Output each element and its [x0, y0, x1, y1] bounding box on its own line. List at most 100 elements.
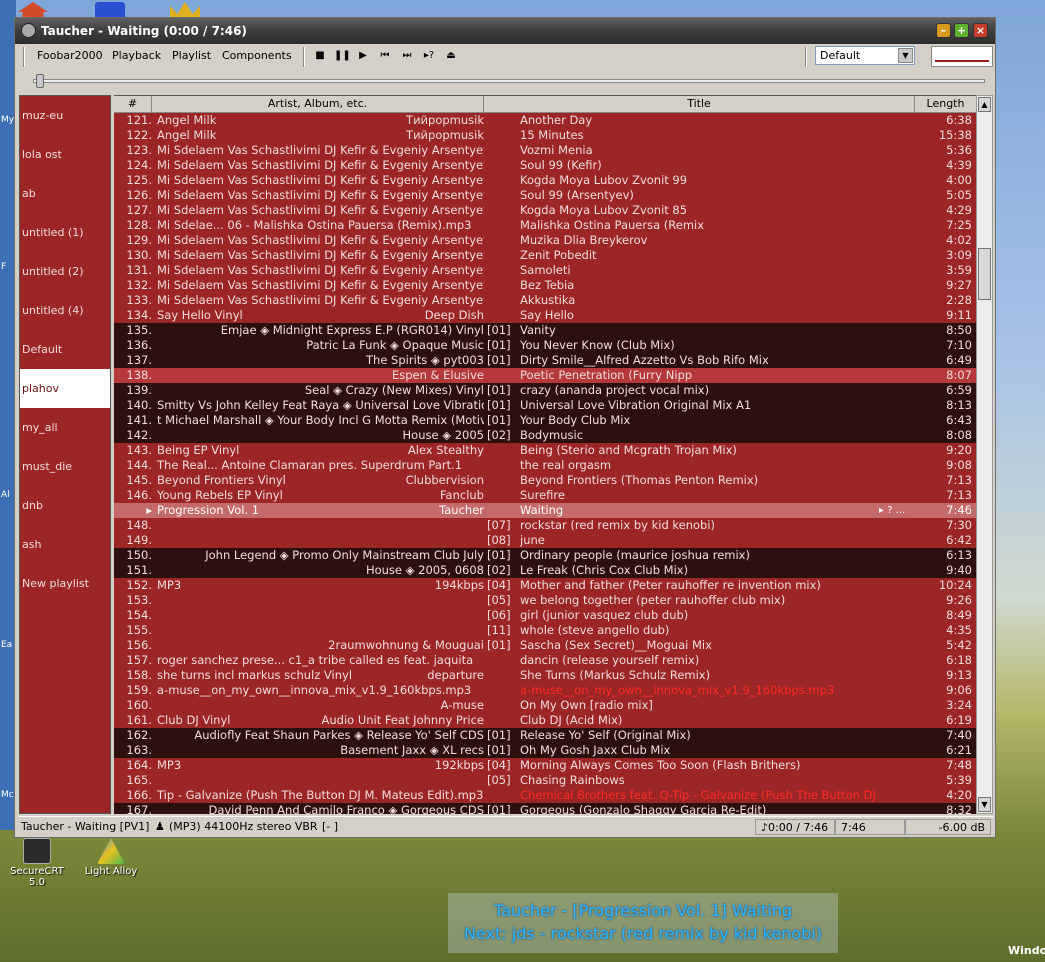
table-row[interactable]: 130. Mi Sdelaem Vas Schastlivimi DJ Kefir…	[114, 248, 976, 263]
row-track-number: [01]	[487, 398, 511, 412]
table-row[interactable]: 148. [07] rockstar (red remix by kid kenob…	[114, 518, 976, 533]
menu-components[interactable]: Components	[222, 49, 292, 62]
title-bar[interactable]: Taucher - Waiting (0:00 / 7:46) – + ×	[15, 18, 995, 44]
table-row[interactable]: 131. Mi Sdelaem Vas Schastlivimi DJ Kefir…	[114, 263, 976, 278]
playlist-tab[interactable]: plahov	[20, 369, 110, 408]
menu-playback[interactable]: Playback	[112, 49, 161, 62]
table-row[interactable]: 143. Being EP Vinyl Alex Stealthy Being (St…	[114, 443, 976, 458]
table-row[interactable]: 144. The Real... Antoine Clamaran pres. S…	[114, 458, 976, 473]
minimize-button[interactable]: –	[936, 23, 951, 38]
table-row[interactable]: 155. [11] whole (steve angello dub) 4:35	[114, 623, 976, 638]
table-row[interactable]: 153. [05] we belong together (peter rauhof…	[114, 593, 976, 608]
table-row[interactable]: 146. Young Rebels EP Vinyl Fanclub Surefire…	[114, 488, 976, 503]
playlist-view[interactable]: # Artist, Album, etc. Title Length 121. A…	[114, 95, 976, 814]
app-icon[interactable]	[21, 23, 36, 38]
stop-icon[interactable]: ■	[313, 49, 327, 63]
playlist-tab[interactable]: my_all	[20, 408, 110, 447]
table-row[interactable]: 152. MP3 194kbps [04] Mother and father (Pet…	[114, 578, 976, 593]
table-row[interactable]: 135. Emjae ◈ Midnight Express E.P (RGR014…	[114, 323, 976, 338]
osd-now-playing: Taucher - [Progression Vol. 1] Waiting	[493, 901, 793, 920]
layout-select[interactable]: Default ▼	[815, 46, 915, 65]
status-bar: Taucher - Waiting [PV1] ♟ (MP3) 44100Hz …	[19, 816, 993, 836]
desktop-lightalloy-icon[interactable]: Light Alloy	[76, 838, 146, 877]
close-button[interactable]: ×	[973, 23, 988, 38]
table-row[interactable]: 154. [06] girl (junior vasquez club dub) 8:…	[114, 608, 976, 623]
column-num[interactable]: #	[114, 96, 152, 113]
table-row[interactable]: 142. House ◈ 2005 [02] Bodymusic 8:08	[114, 428, 976, 443]
table-row[interactable]: 156. 2raumwohnung & Mouguai [01] Sascha (Se…	[114, 638, 976, 653]
table-row[interactable]: 132. Mi Sdelaem Vas Schastlivimi DJ Kefir…	[114, 278, 976, 293]
playlist-tab[interactable]: untitled (2)	[20, 252, 110, 291]
playlist-tab[interactable]: Default	[20, 330, 110, 369]
menu-foobar2000[interactable]: Foobar2000	[37, 49, 103, 62]
table-row[interactable]: 163. Basement Jaxx ◈ XL recs [01] Oh My Gos…	[114, 743, 976, 758]
table-row[interactable]: 128. Mi Sdelae... 06 - Malishka Ostina Pa…	[114, 218, 976, 233]
table-row[interactable]: 137. The Spirits ◈ pyt003 [01] Dirty Smile_…	[114, 353, 976, 368]
table-row[interactable]: 145. Beyond Frontiers Vinyl Clubbervision B…	[114, 473, 976, 488]
table-row[interactable]: 166. Tip - Galvanize (Push The Button DJ …	[114, 788, 976, 803]
table-row[interactable]: 122. Angel Milk Тийрорmusik 15 Minutes 15:38	[114, 128, 976, 143]
seek-handle[interactable]	[36, 74, 44, 88]
row-artist: Mi Sdelaem Vas Schastlivimi DJ Kefir & E…	[157, 158, 484, 172]
column-title[interactable]: Title	[484, 96, 915, 113]
table-row[interactable]: 129. Mi Sdelaem Vas Schastlivimi DJ Kefir…	[114, 233, 976, 248]
playlist-scrollbar[interactable]: ▲ ▼	[976, 95, 993, 814]
scroll-up-icon[interactable]: ▲	[978, 97, 991, 112]
table-row[interactable]: 123. Mi Sdelaem Vas Schastlivimi DJ Kefir…	[114, 143, 976, 158]
table-row[interactable]: 138. Espen & Elusive Poetic Penetration (F…	[114, 368, 976, 383]
play-icon[interactable]: ▶	[356, 49, 370, 63]
chevron-down-icon[interactable]: ▼	[898, 48, 913, 63]
table-row[interactable]: 139. Seal ◈ Crazy (New Mixes) Vinyl [01] cr…	[114, 383, 976, 398]
random-icon[interactable]: ▸?	[422, 49, 436, 63]
table-row[interactable]: 164. MP3 192kbps [04] Morning Always Comes T…	[114, 758, 976, 773]
table-row[interactable]: 125. Mi Sdelaem Vas Schastlivimi DJ Kefir…	[114, 173, 976, 188]
table-row[interactable]: 126. Mi Sdelaem Vas Schastlivimi DJ Kefir…	[114, 188, 976, 203]
table-row[interactable]: 149. [08] june 6:42	[114, 533, 976, 548]
table-row[interactable]: 160. A-muse On My Own [radio mix] 3:24	[114, 698, 976, 713]
table-row[interactable]: 121. Angel Milk Тийрорmusik Another Day 6:38	[114, 113, 976, 128]
table-row[interactable]: 162. Audiofly Feat Shaun Parkes ◈ Release…	[114, 728, 976, 743]
seek-track[interactable]	[33, 79, 985, 83]
playlist-tab[interactable]: lola ost	[20, 135, 110, 174]
playlist-tab[interactable]: dnb	[20, 486, 110, 525]
status-track: Taucher - Waiting [PV1]	[21, 820, 150, 833]
seek-bar[interactable]	[33, 74, 985, 88]
maximize-button[interactable]: +	[954, 23, 969, 38]
table-row[interactable]: 150. John Legend ◈ Promo Only Mainstream …	[114, 548, 976, 563]
column-artist[interactable]: Artist, Album, etc.	[152, 96, 484, 113]
table-row[interactable]: 134. Say Hello Vinyl Deep Dish Say Hello 9:1…	[114, 308, 976, 323]
row-title: Le Freak (Chris Cox Club Mix)	[520, 563, 689, 577]
scroll-down-icon[interactable]: ▼	[978, 797, 991, 812]
next-icon[interactable]: ⏭	[400, 49, 414, 63]
scroll-thumb[interactable]	[978, 248, 991, 300]
table-row[interactable]: 161. Club DJ Vinyl Audio Unit Feat Johnny …	[114, 713, 976, 728]
table-row[interactable]: 159. a-muse__on_my_own__innova_mix_v1.9_1…	[114, 683, 976, 698]
table-row[interactable]: 141. t Michael Marshall ◈ Your Body Incl …	[114, 413, 976, 428]
playlist-tab[interactable]: ash	[20, 525, 110, 564]
table-row[interactable]: 133. Mi Sdelaem Vas Schastlivimi DJ Kefir…	[114, 293, 976, 308]
table-row[interactable]: 165. [05] Chasing Rainbows 5:39	[114, 773, 976, 788]
playlist-tab[interactable]: untitled (4)	[20, 291, 110, 330]
table-row[interactable]: 140. Smitty Vs John Kelley Feat Raya ◈ Un…	[114, 398, 976, 413]
row-title: Waiting	[520, 503, 564, 517]
column-length[interactable]: Length	[915, 96, 976, 113]
playlist-tab[interactable]: ab	[20, 174, 110, 213]
playlist-tab[interactable]: New playlist	[20, 564, 110, 603]
table-row[interactable]: 151. House ◈ 2005, 0608 [02] Le Freak (Chri…	[114, 563, 976, 578]
playlist-tab[interactable]: untitled (1)	[20, 213, 110, 252]
table-row[interactable]: 158. she turns incl markus schulz Vinyl de…	[114, 668, 976, 683]
open-icon[interactable]: ⏏	[444, 49, 458, 63]
pause-icon[interactable]: ❚❚	[334, 49, 351, 63]
table-row[interactable]: 124. Mi Sdelaem Vas Schastlivimi DJ Kefir…	[114, 158, 976, 173]
table-row[interactable]: 157. roger sanchez prese... c1_a tribe ca…	[114, 653, 976, 668]
menu-playlist[interactable]: Playlist	[172, 49, 211, 62]
playlist-tab[interactable]: muz-eu	[20, 96, 110, 135]
table-row[interactable]: 136. Patric La Funk ◈ Opaque Music [01] You…	[114, 338, 976, 353]
table-row[interactable]: 167. David Penn And Camilo Franco ◈ Gorge…	[114, 803, 976, 814]
previous-icon[interactable]: ⏮	[378, 49, 392, 63]
table-row[interactable]: ▸ Progression Vol. 1 Taucher Waiting ▸ ? ...…	[114, 503, 976, 518]
row-number: 148.	[126, 518, 152, 532]
playlist-tab[interactable]: must_die	[20, 447, 110, 486]
table-row[interactable]: 127. Mi Sdelaem Vas Schastlivimi DJ Kefir…	[114, 203, 976, 218]
desktop-securecrt-icon[interactable]: SecureCRT 5.0	[2, 838, 72, 888]
